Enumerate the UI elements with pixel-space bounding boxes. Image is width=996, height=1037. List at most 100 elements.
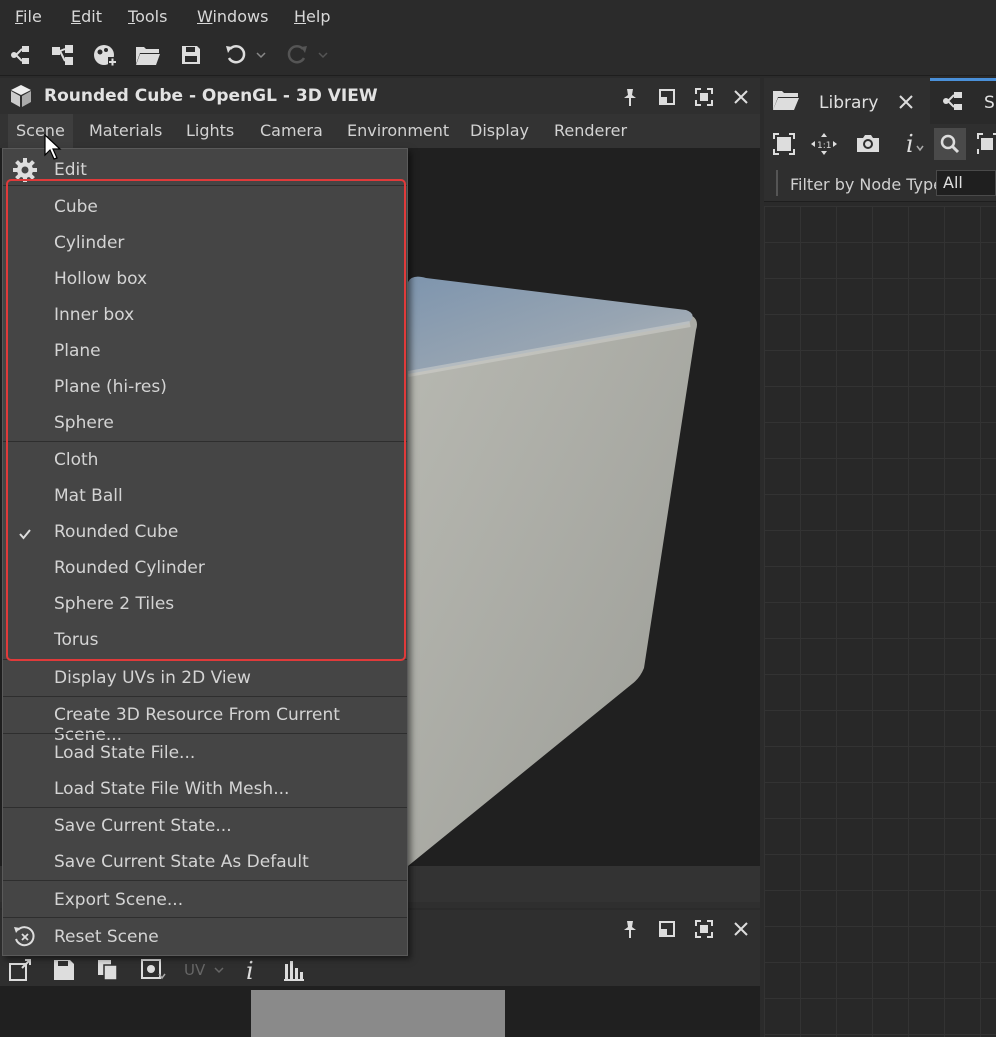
mouse-cursor-icon xyxy=(44,133,64,166)
menu-separator xyxy=(3,880,407,881)
menu-item-rounded-cube-label: Rounded Cube xyxy=(54,522,179,542)
3d-view-menubar: Scene Materials Lights Camera Environmen… xyxy=(0,114,760,148)
menu-item-rounded-cube[interactable]: Rounded Cube xyxy=(3,514,407,550)
svg-text:i: i xyxy=(246,957,254,983)
histogram-icon[interactable] xyxy=(282,956,306,984)
3d-viewport[interactable] xyxy=(408,148,760,866)
menu-item-cube[interactable]: Cube xyxy=(3,189,407,225)
menu-item-inner-box-label: Inner box xyxy=(54,305,135,325)
3d-view-titlebar: Rounded Cube - OpenGL - 3D VIEW xyxy=(0,78,760,114)
copy-icon[interactable] xyxy=(96,956,120,984)
new-function-icon[interactable] xyxy=(48,40,78,70)
menu-item-torus[interactable]: Torus xyxy=(3,622,407,658)
pin-icon-2d[interactable] xyxy=(617,916,643,942)
menu-windows-mnemonic: W xyxy=(197,7,213,26)
menu-camera[interactable]: Camera xyxy=(260,121,323,140)
save-2d-icon[interactable] xyxy=(52,956,76,984)
export-icon[interactable] xyxy=(8,956,34,984)
menu-file[interactable]: File xyxy=(15,7,42,26)
menu-item-reset-scene-label: Reset Scene xyxy=(54,927,159,947)
reset-icon xyxy=(11,925,39,949)
menu-help[interactable]: Help xyxy=(294,7,330,26)
menu-item-cylinder[interactable]: Cylinder xyxy=(3,225,407,261)
info-icon[interactable]: i xyxy=(902,130,926,162)
svg-text:i: i xyxy=(906,130,914,158)
menu-item-inner-box[interactable]: Inner box xyxy=(3,297,407,333)
checkmark-icon xyxy=(19,525,31,545)
redo-icon[interactable] xyxy=(282,40,312,70)
menu-item-export-scene-label: Export Scene... xyxy=(54,890,184,910)
filter-bar: Filter by Node Type All xyxy=(764,164,996,202)
new-graph-icon[interactable] xyxy=(6,40,36,70)
menu-item-cloth[interactable]: Cloth xyxy=(3,442,407,478)
filter-divider xyxy=(776,170,778,196)
menu-file-label: ile xyxy=(23,7,42,26)
menu-item-load-state[interactable]: Load State File... xyxy=(3,735,407,771)
tab-library[interactable]: Library xyxy=(764,78,930,124)
undo-dropdown-chevron-icon[interactable] xyxy=(252,40,270,70)
pin-icon[interactable] xyxy=(617,84,643,110)
one-to-one-icon[interactable]: 1:1 xyxy=(810,132,838,160)
app-menubar: File Edit Tools Windows Help xyxy=(0,0,996,34)
menu-item-hollow-box[interactable]: Hollow box xyxy=(3,261,407,297)
fit-view-icon[interactable] xyxy=(772,132,796,160)
menu-separator xyxy=(3,917,407,918)
menu-tools[interactable]: Tools xyxy=(128,7,167,26)
view-settings-icon[interactable] xyxy=(140,956,166,984)
menu-environment[interactable]: Environment xyxy=(347,121,449,140)
search-icon[interactable] xyxy=(934,128,966,160)
svg-text:1:1: 1:1 xyxy=(817,141,831,151)
menu-separator xyxy=(3,185,407,186)
menu-item-save-default[interactable]: Save Current State As Default xyxy=(3,844,407,880)
menu-item-plane[interactable]: Plane xyxy=(3,333,407,369)
close-icon[interactable] xyxy=(728,84,754,110)
menu-windows[interactable]: Windows xyxy=(197,7,268,26)
menu-item-load-state-mesh-label: Load State File With Mesh... xyxy=(54,779,290,799)
menu-item-save-state-label: Save Current State... xyxy=(54,816,232,836)
redo-dropdown-chevron-icon[interactable] xyxy=(314,40,332,70)
frame-select-icon[interactable] xyxy=(976,132,996,160)
menu-item-hollow-box-label: Hollow box xyxy=(54,269,148,289)
save-icon[interactable] xyxy=(176,40,206,70)
new-material-icon[interactable] xyxy=(90,40,120,70)
uv-dropdown[interactable]: UV xyxy=(184,956,225,984)
camera-icon[interactable] xyxy=(855,132,881,158)
menu-windows-label: indows xyxy=(212,7,269,26)
restore-window-icon-2d[interactable] xyxy=(654,916,680,942)
close-icon-2d[interactable] xyxy=(728,916,754,942)
tab-explorer[interactable]: S xyxy=(930,78,996,124)
menu-renderer[interactable]: Renderer xyxy=(554,121,627,140)
menu-item-torus-label: Torus xyxy=(54,630,99,650)
menu-item-display-uvs[interactable]: Display UVs in 2D View xyxy=(3,660,407,696)
menu-help-mnemonic: H xyxy=(294,7,307,26)
menu-lights[interactable]: Lights xyxy=(186,121,234,140)
menu-edit[interactable]: Edit xyxy=(71,7,102,26)
menu-item-create-3d-resource[interactable]: Create 3D Resource From Current Scene... xyxy=(3,697,407,745)
undo-icon[interactable] xyxy=(221,40,251,70)
menu-item-sphere[interactable]: Sphere xyxy=(3,405,407,441)
menu-item-load-state-label: Load State File... xyxy=(54,743,196,763)
menu-item-save-state[interactable]: Save Current State... xyxy=(3,808,407,844)
menu-item-display-uvs-label: Display UVs in 2D View xyxy=(54,668,251,688)
menu-item-reset-scene[interactable]: Reset Scene xyxy=(3,919,407,955)
menu-tools-label: ools xyxy=(135,7,168,26)
menu-item-rounded-cylinder[interactable]: Rounded Cylinder xyxy=(3,550,407,586)
menu-item-plane-hires[interactable]: Plane (hi-res) xyxy=(3,369,407,405)
maximize-icon[interactable] xyxy=(691,84,717,110)
restore-window-icon[interactable] xyxy=(654,84,680,110)
tab-explorer-label: S xyxy=(984,93,995,113)
open-folder-icon[interactable] xyxy=(133,40,163,70)
maximize-icon-2d[interactable] xyxy=(691,916,717,942)
menu-item-load-state-mesh[interactable]: Load State File With Mesh... xyxy=(3,771,407,807)
menu-item-export-scene[interactable]: Export Scene... xyxy=(3,882,407,918)
filter-label: Filter by Node Type xyxy=(790,175,944,194)
menu-item-sphere-2-tiles[interactable]: Sphere 2 Tiles xyxy=(3,586,407,622)
menu-display[interactable]: Display xyxy=(470,121,529,140)
close-tab-icon[interactable] xyxy=(898,94,914,114)
library-grid[interactable] xyxy=(764,206,996,1037)
menu-file-mnemonic: F xyxy=(15,7,24,26)
filter-node-type-select[interactable]: All xyxy=(936,170,996,196)
menu-materials[interactable]: Materials xyxy=(89,121,162,140)
menu-item-mat-ball[interactable]: Mat Ball xyxy=(3,478,407,514)
info-2d-icon[interactable]: i xyxy=(244,956,258,984)
